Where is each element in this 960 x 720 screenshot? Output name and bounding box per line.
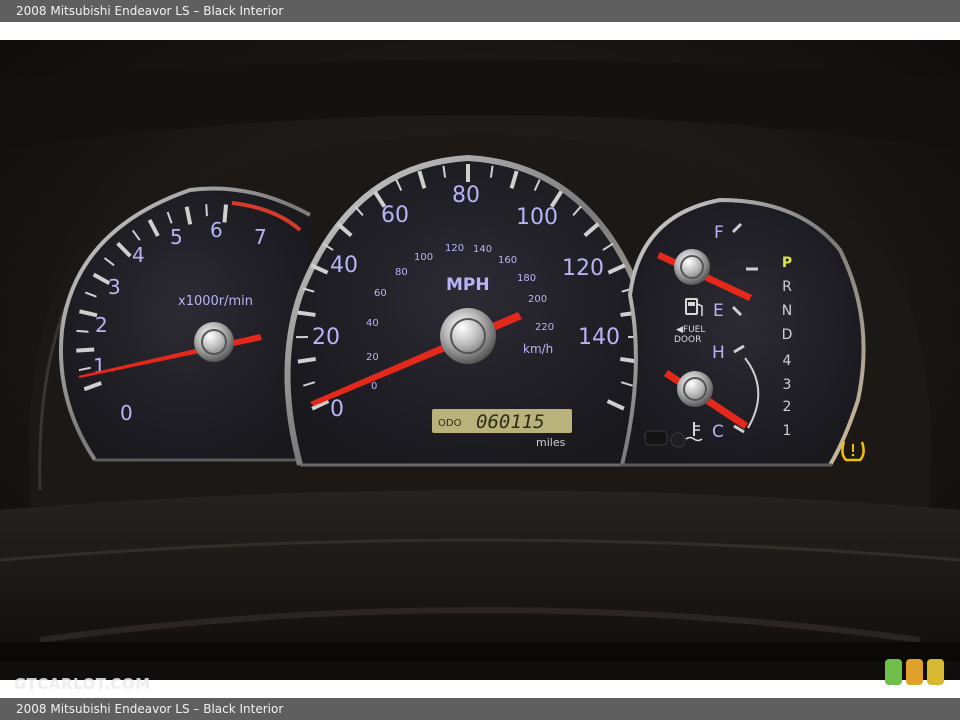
odometer-unit: miles [536,436,566,449]
kmh-num-20: 20 [366,352,379,363]
odometer-display: ODO 060115 [432,409,572,433]
tach-num-4: 4 [132,243,145,267]
fuel-full-label: F [714,223,724,243]
tach-num-0: 0 [120,401,133,425]
speed-tick [297,356,317,364]
kmh-unit-label: km/h [523,342,553,356]
kmh-num-0: 0 [371,381,377,392]
kmh-num-120: 120 [445,243,464,254]
tach-unit-label: x1000r/min [178,294,253,309]
kmh-num-180: 180 [517,273,536,284]
dealer-badge-icon [885,657,945,687]
tach-num-5: 5 [170,225,183,249]
gear-d: D [782,327,793,343]
fuel-door-label-1: ◀FUEL [676,325,705,335]
fuel-door-label-2: DOOR [674,335,701,345]
kmh-num-40: 40 [366,318,379,329]
temp-hub [677,371,713,407]
fuel-empty-label: E [713,301,724,321]
watermark: GTCARLOT.COM [14,675,151,693]
speed-hub [440,308,496,364]
kmh-num-100: 100 [414,252,433,263]
mph-num-20: 20 [312,325,340,350]
gear-4: 4 [783,353,792,369]
caption-top: 2008 Mitsubishi Endeavor LS – Black Inte… [0,0,960,22]
mph-unit-label: MPH [446,275,490,295]
temp-hot-label: H [712,343,725,363]
speed-tick [297,310,316,317]
mph-num-120: 120 [562,256,604,281]
tach-tick [222,204,229,223]
tach-num-7: 7 [254,225,267,249]
gear-n: N [782,303,792,319]
mph-num-40: 40 [330,253,358,278]
tach-tick [76,347,95,353]
kmh-num-60: 60 [374,288,387,299]
tach-hub [194,322,234,362]
fuel-hub [674,249,710,285]
kmh-num-80: 80 [395,267,408,278]
fuel-temp-gauge: F E ◀FUEL DOOR H C [620,197,866,467]
kmh-num-220: 220 [535,322,554,333]
temp-cold-label: C [712,422,724,442]
instrument-cluster-photo: 0 1 2 3 4 5 6 7 x1000r/min 0 20 40 60 80… [0,40,960,680]
tach-tick [205,204,208,217]
kmh-num-200: 200 [528,294,547,305]
tach-num-6: 6 [210,218,223,242]
mph-num-100: 100 [516,205,558,230]
caption-bottom: 2008 Mitsubishi Endeavor LS – Black Inte… [0,698,960,720]
trip-reset-knob-icon[interactable] [644,430,686,448]
mph-num-80: 80 [452,183,480,208]
mph-num-140: 140 [578,325,620,350]
gear-1: 1 [783,423,792,439]
tach-num-3: 3 [108,275,121,299]
mph-num-0: 0 [330,397,344,422]
tach-num-2: 2 [95,313,108,337]
gear-3: 3 [783,377,792,393]
gear-2: 2 [783,399,792,415]
odometer-value: 060115 [476,411,545,433]
gear-r: R [782,279,792,295]
odometer-prefix: ODO [438,418,462,429]
mph-num-60: 60 [381,203,409,228]
kmh-num-140: 140 [473,244,492,255]
kmh-num-160: 160 [498,255,517,266]
gear-p: P [782,255,792,271]
tach-tick [76,329,89,333]
